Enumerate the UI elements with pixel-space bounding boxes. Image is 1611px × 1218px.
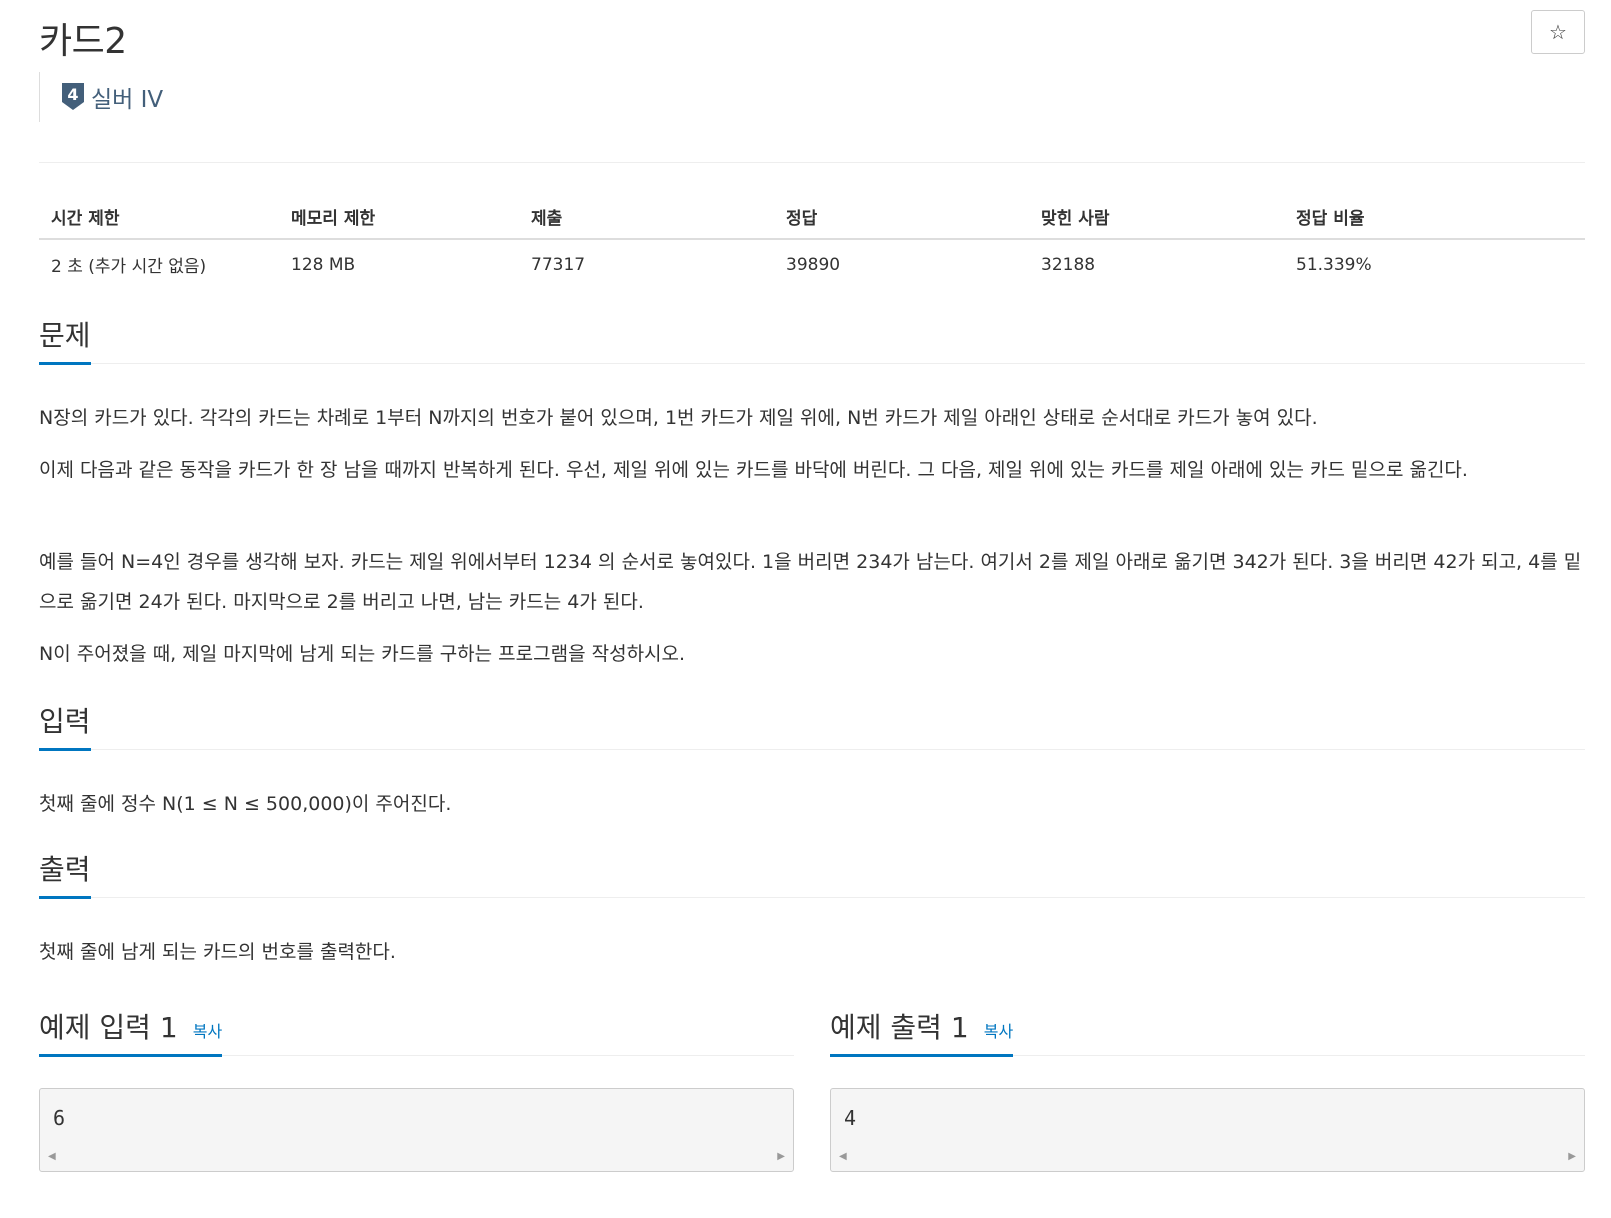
- problem-description: N장의 카드가 있다. 각각의 카드는 차례로 1부터 N까지의 번호가 붙어 …: [39, 398, 1585, 438]
- table-row: 2 초 (추가 시간 없음) 128 MB 77317 39890 32188 …: [39, 239, 1585, 289]
- sample-input-title-wrap: 예제 입력 1 복사: [39, 1006, 223, 1057]
- header-time-limit: 시간 제한: [39, 195, 279, 240]
- scroll-right-arrow-icon[interactable]: ▶: [777, 1151, 785, 1162]
- header-submissions: 제출: [519, 195, 774, 240]
- output-section: 출력: [39, 852, 1585, 899]
- scroll-left-arrow-icon[interactable]: ◀: [48, 1151, 56, 1162]
- tier-row: 4 실버 IV: [39, 72, 163, 122]
- problem-section: 문제: [39, 318, 1585, 365]
- problem-description-3: 예를 들어 N=4인 경우를 생각해 보자. 카드는 제일 위에서부터 1234…: [39, 542, 1585, 622]
- input-text: 첫째 줄에 정수 N(1 ≤ N ≤ 500,000)이 주어진다.: [39, 793, 452, 815]
- header-memory-limit: 메모리 제한: [279, 195, 519, 240]
- sample-output-box[interactable]: 4 ◀ ▶: [830, 1088, 1585, 1172]
- time-limit-value: 2 초 (추가 시간 없음): [51, 257, 207, 277]
- output-section-header: 출력: [39, 852, 1585, 899]
- sample-output-title: 예제 출력 1: [830, 1011, 969, 1044]
- sample-input-value: 6: [53, 1106, 66, 1130]
- input-description: 첫째 줄에 정수 N(1 ≤ N ≤ 500,000)이 주어진다.: [39, 784, 1585, 824]
- input-section-title: 입력: [39, 700, 91, 751]
- sample-output-value: 4: [844, 1106, 857, 1130]
- header-accept-ratio: 정답 비율: [1284, 195, 1585, 240]
- sample-input-title: 예제 입력 1: [39, 1011, 178, 1044]
- problem-paragraph-1: N장의 카드가 있다. 각각의 카드는 차례로 1부터 N까지의 번호가 붙어 …: [39, 407, 1318, 429]
- problem-section-header: 문제: [39, 318, 1585, 365]
- accepted-value: 39890: [786, 254, 841, 275]
- star-icon: ☆: [1549, 21, 1567, 44]
- sample-input-header: 예제 입력 1 복사: [39, 1000, 794, 1057]
- problem-paragraph-3: 예를 들어 N=4인 경우를 생각해 보자. 카드는 제일 위에서부터 1234…: [39, 551, 1582, 613]
- output-section-title: 출력: [39, 848, 91, 899]
- page-title: 카드2: [39, 21, 127, 62]
- divider: [39, 162, 1585, 163]
- sample-output-title-wrap: 예제 출력 1 복사: [830, 1006, 1014, 1057]
- problem-description-2: 이제 다음과 같은 동작을 카드가 한 장 남을 때까지 반복하게 된다. 우선…: [39, 450, 1585, 490]
- problem-info-table: 시간 제한 메모리 제한 제출 정답 맞힌 사람 정답 비율 2 초 (추가 시…: [39, 195, 1585, 289]
- output-text: 첫째 줄에 남게 되는 카드의 번호를 출력한다.: [39, 941, 396, 963]
- scroll-left-arrow-icon[interactable]: ◀: [839, 1151, 847, 1162]
- submissions-value: 77317: [531, 254, 586, 275]
- table-header-row: 시간 제한 메모리 제한 제출 정답 맞힌 사람 정답 비율: [39, 195, 1585, 240]
- sample-input-box[interactable]: 6 ◀ ▶: [39, 1088, 794, 1172]
- problem-description-4: N이 주어졌을 때, 제일 마지막에 남게 되는 카드를 구하는 프로그램을 작…: [39, 634, 1585, 674]
- accept-ratio-value: 51.339%: [1296, 254, 1372, 275]
- sample-input: 예제 입력 1 복사 6 ◀ ▶: [39, 1000, 794, 1178]
- silver-tier-icon: 4: [61, 82, 85, 112]
- tier-label[interactable]: 실버 IV: [91, 80, 163, 114]
- problem-section-title: 문제: [39, 314, 91, 365]
- scroll-right-arrow-icon[interactable]: ▶: [1568, 1151, 1576, 1162]
- header-accepted: 정답: [774, 195, 1029, 240]
- input-section-header: 입력: [39, 704, 1585, 751]
- output-description: 첫째 줄에 남게 되는 카드의 번호를 출력한다.: [39, 932, 1585, 972]
- copy-sample-output-button[interactable]: 복사: [984, 1022, 1013, 1041]
- problem-paragraph-2: 이제 다음과 같은 동작을 카드가 한 장 남을 때까지 반복하게 된다. 우선…: [39, 459, 1468, 481]
- memory-limit-value: 128 MB: [291, 254, 356, 275]
- header-solved-users: 맞힌 사람: [1029, 195, 1284, 240]
- tier-number: 4: [67, 85, 79, 104]
- input-section: 입력: [39, 704, 1585, 751]
- problem-paragraph-4: N이 주어졌을 때, 제일 마지막에 남게 되는 카드를 구하는 프로그램을 작…: [39, 643, 686, 665]
- copy-sample-input-button[interactable]: 복사: [193, 1022, 222, 1041]
- sample-output: 예제 출력 1 복사 4 ◀ ▶: [830, 1000, 1585, 1178]
- solved-users-value: 32188: [1041, 254, 1096, 275]
- sample-output-header: 예제 출력 1 복사: [830, 1000, 1585, 1057]
- star-button[interactable]: ☆: [1531, 10, 1585, 54]
